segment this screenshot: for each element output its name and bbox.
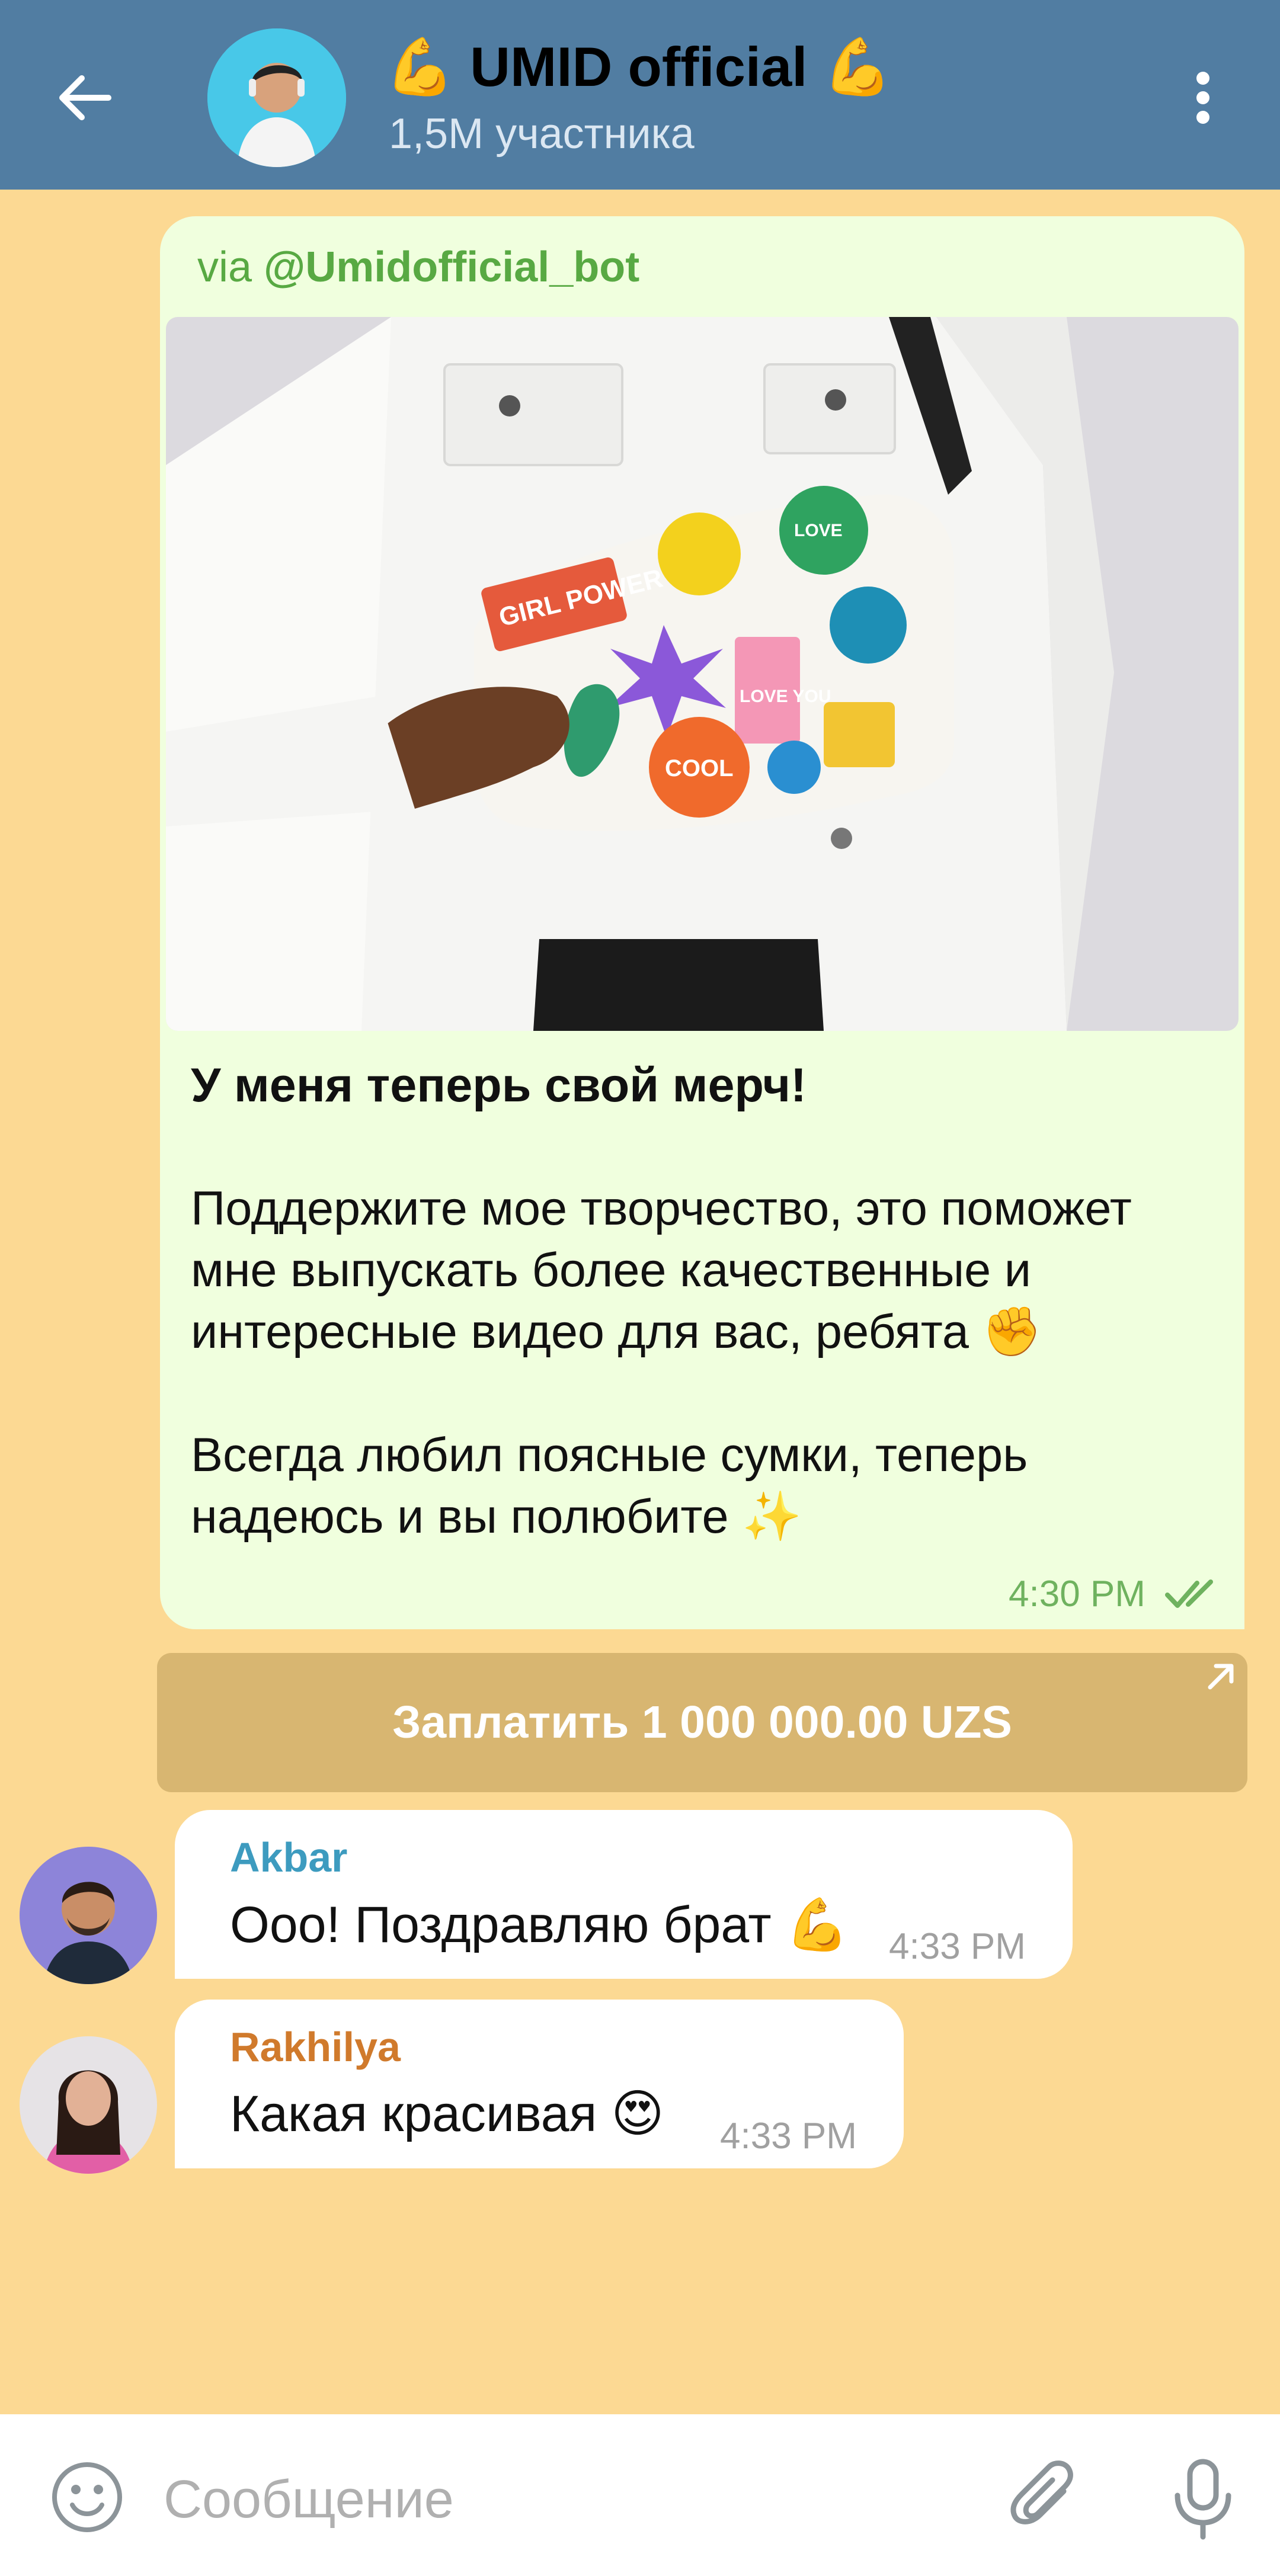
channel-avatar[interactable] [207,28,346,167]
attach-icon[interactable] [1007,2459,1084,2536]
back-arrow-icon[interactable] [52,65,117,130]
post-time: 4:30 PM [1009,1574,1145,1614]
chat-title[interactable]: 💪 UMID official 💪 [385,34,892,100]
post-paragraph: Поддержите мое творчество, это поможет м… [191,1182,1132,1359]
microphone-icon[interactable] [1170,2459,1236,2542]
external-arrow-icon [1208,1664,1234,1690]
merch-photo[interactable]: GIRL POWER LOVE YOU LOVE COOL [166,317,1239,1031]
via-bot-label[interactable]: via @Umidofficial_bot [197,243,639,291]
pay-button[interactable]: Заплатить 1 000 000.00 UZS [157,1653,1247,1792]
more-vert-icon[interactable] [1176,65,1230,130]
sender-name[interactable]: Rakhilya [230,2023,401,2071]
avatar-rakhilya[interactable] [20,2036,157,2174]
message-input[interactable]: Сообщение [164,2469,454,2530]
message-time: 4:33 PM [889,1926,1026,1967]
message-text: Какая красивая 😍 [230,2085,664,2142]
post-heading: У меня теперь свой мерч! [191,1059,807,1112]
message-text: Ооо! Поздравляю брат 💪 [230,1896,849,1953]
message-time: 4:33 PM [720,2116,857,2157]
sender-name[interactable]: Akbar [230,1834,347,1881]
svg-text:COOL: COOL [665,755,734,781]
post-paragraph: Всегда любил поясные сумки, теперь надею… [191,1428,1028,1543]
post-text: У меня теперь свой мерч! Поддержите мое … [191,1055,1198,1547]
double-check-icon [1165,1579,1213,1608]
svg-text:LOVE: LOVE [794,521,843,540]
svg-text:LOVE YOU: LOVE YOU [740,687,831,706]
avatar-akbar[interactable] [20,1847,157,1984]
emoji-icon[interactable] [49,2459,126,2536]
member-count[interactable]: 1,5M участника [389,110,695,158]
